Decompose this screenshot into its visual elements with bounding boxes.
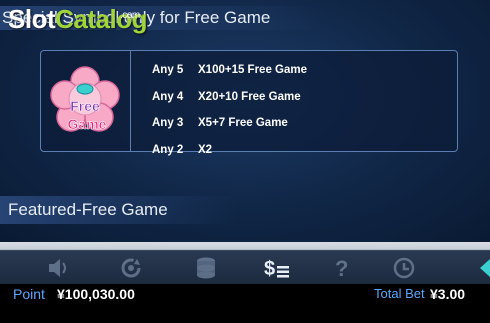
total-bet-value: ¥3.00	[430, 286, 466, 302]
payout-value: X100+15 Free Game	[198, 64, 308, 76]
payout-row: Any 2 X2	[152, 137, 442, 164]
payout-count: Any 3	[152, 117, 184, 129]
payout-value: X5+7 Free Game	[198, 117, 288, 129]
watermark-com: .com	[120, 10, 140, 21]
featured-title-text: Featured-Free Game	[8, 200, 168, 219]
free-game-flower-icon: Free Game	[50, 66, 120, 132]
watermark-logo: SlotCatalog .com	[8, 4, 147, 34]
back-arrow-icon[interactable]	[476, 255, 490, 281]
sound-icon[interactable]	[45, 255, 71, 281]
payout-row: Any 3 X5+7 Free Game	[152, 110, 442, 137]
payout-count: Any 2	[152, 143, 184, 156]
help-icon[interactable]: ?	[328, 255, 354, 281]
payout-value: X2	[198, 143, 213, 156]
featured-section-title: Featured-Free Game	[0, 196, 238, 224]
paytable-icon[interactable]: $	[263, 255, 289, 281]
payout-row: Any 5 X100+15 Free Game	[152, 57, 442, 84]
payout-value: X20+10 Free Game	[198, 90, 301, 103]
payout-count: Any 5	[152, 64, 184, 76]
payout-list: Any 5 X100+15 Free Game Any 4 X20+10 Free …	[152, 57, 442, 163]
payout-row: Any 4 X20+10 Free Game	[152, 84, 442, 111]
point-value: ¥100,030.00	[57, 286, 135, 302]
coins-icon[interactable]	[193, 255, 219, 281]
payout-count: Any 4	[152, 90, 184, 103]
paytable-box: Free Game Any 5 X100+15 Free Game Any 4 X2…	[40, 50, 458, 156]
bottom-toolbar: $ ?	[0, 242, 490, 284]
point-label: Point	[13, 286, 45, 302]
paytable-page: Special Symbol only for Free Game SlotCa…	[0, 0, 490, 242]
watermark-slot: Slot	[8, 4, 56, 34]
svg-text:$: $	[264, 258, 275, 280]
svg-text:?: ?	[335, 256, 348, 281]
history-icon[interactable]	[391, 255, 417, 281]
symbol-cell: Free Game	[41, 51, 131, 151]
symbol-label-game: Game	[68, 116, 107, 132]
total-bet-label: Total Bet	[374, 286, 425, 301]
autoplay-icon[interactable]	[118, 255, 144, 281]
symbol-label-free: Free	[70, 98, 100, 114]
status-bar: Point ¥100,030.00 Total Bet ¥3.00	[0, 284, 490, 323]
